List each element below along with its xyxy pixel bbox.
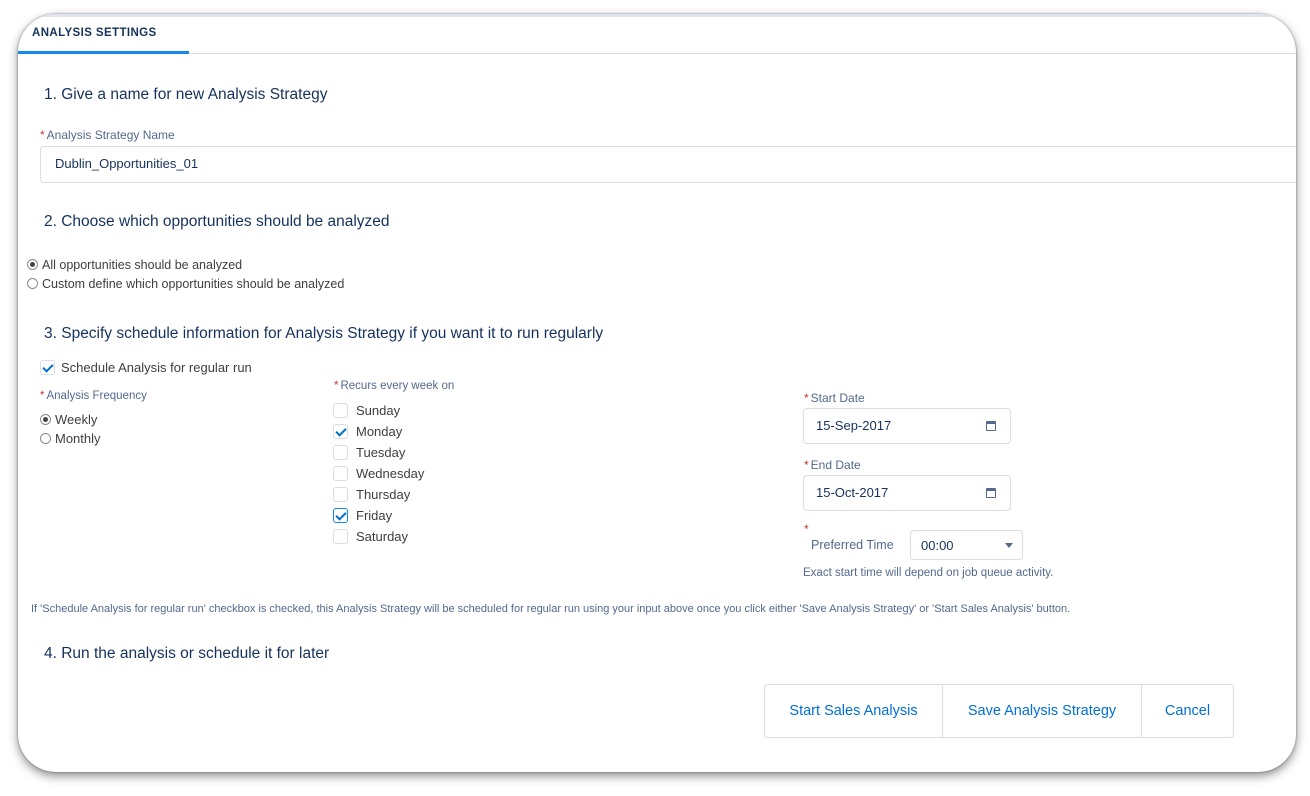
day-checkbox[interactable] [333,529,348,544]
day-checkbox-checked[interactable] [333,424,348,439]
chevron-down-icon [1005,543,1013,548]
day-tuesday[interactable]: Tuesday [333,445,405,460]
required-marker: * [804,522,809,536]
analysis-settings-panel: ANALYSIS SETTINGS 1. Give a name for new… [18,14,1296,772]
strategy-name-label: * Analysis Strategy Name [40,128,175,142]
start-date-input[interactable]: 15-Sep-2017 [803,408,1011,444]
tab-analysis-settings[interactable]: ANALYSIS SETTINGS [32,27,157,39]
day-sunday[interactable]: Sunday [333,403,400,418]
preferred-time-select[interactable]: 00:00 [910,530,1023,560]
start-sales-analysis-button[interactable]: Start Sales Analysis [765,685,943,737]
calendar-icon[interactable] [986,421,996,431]
end-date-value: 15-Oct-2017 [816,485,889,500]
day-wednesday[interactable]: Wednesday [333,466,424,481]
day-checkbox[interactable] [333,403,348,418]
schedule-checkbox-label: Schedule Analysis for regular run [61,360,252,375]
day-label: Sunday [356,403,401,418]
day-label: Saturday [356,529,409,544]
radio-button-selected[interactable] [40,414,51,425]
radio-button[interactable] [27,278,38,289]
section-1-heading: 1. Give a name for new Analysis Strategy [44,86,328,103]
schedule-info-note: If 'Schedule Analysis for regular run' c… [31,603,1071,615]
save-analysis-strategy-button[interactable]: Save Analysis Strategy [943,685,1142,737]
start-date-label-text: Start Date [810,391,865,405]
day-label: Monday [356,424,403,439]
cancel-button[interactable]: Cancel [1142,685,1233,737]
recurs-label-text: Recurs every week on [340,380,455,392]
time-note: Exact start time will depend on job queu… [803,567,1054,579]
radio-all-opportunities[interactable]: All opportunities should be analyzed [27,258,242,272]
active-tab-indicator [18,51,189,54]
end-date-label: * End Date [804,458,861,472]
required-marker: * [804,391,809,405]
required-marker: * [40,128,45,142]
start-date-label: * Start Date [804,391,865,405]
section-2-heading: 2. Choose which opportunities should be … [44,213,390,230]
end-date-input[interactable]: 15-Oct-2017 [803,475,1011,511]
day-label: Thursday [356,487,411,502]
end-date-label-text: End Date [810,458,861,472]
day-label: Friday [356,508,393,523]
section-4-heading: 4. Run the analysis or schedule it for l… [44,645,330,662]
radio-monthly[interactable]: Monthly [40,431,101,446]
day-checkbox[interactable] [333,445,348,460]
required-marker: * [804,458,809,472]
schedule-checkbox-box[interactable] [40,360,55,375]
required-marker: * [40,390,45,402]
strategy-name-input[interactable]: Dublin_Opportunities_01 [40,146,1296,183]
tab-bar: ANALYSIS SETTINGS [18,14,1296,54]
strategy-name-label-text: Analysis Strategy Name [46,128,175,142]
radio-button[interactable] [40,433,51,444]
required-marker: * [334,380,339,392]
recurs-label: * Recurs every week on [334,380,454,392]
section-3-heading: 3. Specify schedule information for Anal… [44,325,604,342]
preferred-time-label: Preferred Time [811,538,894,552]
start-date-value: 15-Sep-2017 [816,418,892,433]
calendar-icon[interactable] [986,488,996,498]
day-thursday[interactable]: Thursday [333,487,410,502]
day-checkbox[interactable] [333,487,348,502]
preferred-time-value: 00:00 [921,538,954,553]
action-button-group: Start Sales Analysis Save Analysis Strat… [764,684,1234,738]
frequency-label-text: Analysis Frequency [46,390,147,402]
day-monday[interactable]: Monday [333,424,402,439]
day-checkbox[interactable] [333,466,348,481]
day-saturday[interactable]: Saturday [333,529,408,544]
radio-button-selected[interactable] [27,259,38,270]
radio-all-label: All opportunities should be analyzed [42,258,243,272]
schedule-checkbox[interactable]: Schedule Analysis for regular run [40,360,252,375]
radio-weekly[interactable]: Weekly [40,412,97,427]
day-label: Wednesday [356,466,425,481]
frequency-label: * Analysis Frequency [40,390,147,402]
radio-weekly-label: Weekly [55,412,98,427]
radio-custom-label: Custom define which opportunities should… [42,277,345,291]
radio-monthly-label: Monthly [55,431,101,446]
day-friday[interactable]: Friday [333,508,392,523]
day-label: Tuesday [356,445,406,460]
day-checkbox-checked[interactable] [333,508,348,523]
radio-custom-opportunities[interactable]: Custom define which opportunities should… [27,277,344,291]
